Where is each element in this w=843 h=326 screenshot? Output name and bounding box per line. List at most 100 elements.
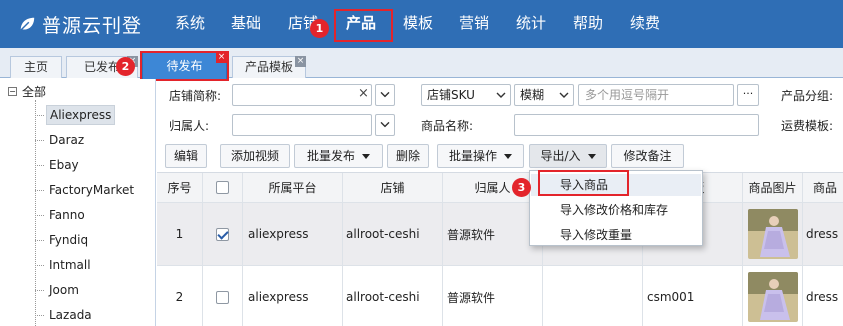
collapse-icon[interactable]: − xyxy=(8,86,17,96)
owner-input[interactable] xyxy=(232,114,372,136)
row-2-image[interactable] xyxy=(743,266,803,326)
tree-item-fanno[interactable]: Fanno xyxy=(35,204,88,226)
nav-basic[interactable]: 基础 xyxy=(231,12,261,33)
owner-dropdown[interactable] xyxy=(375,114,395,136)
shop-sku-select[interactable]: 店铺SKU xyxy=(421,84,511,106)
tab-product-template[interactable]: 产品模板 × xyxy=(232,56,306,78)
row-2-platform: aliexpress xyxy=(243,266,343,326)
tree-root-label: 全部 xyxy=(22,84,47,99)
tree-item-label: FactoryMarket xyxy=(49,183,135,197)
row-1-owner: 普源软件 xyxy=(443,203,543,266)
row-2-select[interactable] xyxy=(203,266,243,326)
caret-down-icon xyxy=(362,154,370,159)
match-mode-select[interactable]: 模糊 xyxy=(514,84,574,106)
product-grid: 序号 所属平台 店铺 归属人 模板 商品图片 商品 1 aliexpress a… xyxy=(157,172,843,326)
tree-item-daraz[interactable]: Daraz xyxy=(35,129,87,151)
product-name-input[interactable] xyxy=(514,114,759,136)
chevron-down-icon xyxy=(380,121,390,128)
shop-short-dropdown[interactable] xyxy=(375,84,395,106)
col-header-platform: 所属平台 xyxy=(243,173,343,203)
product-name-label: 商品名称: xyxy=(421,119,474,133)
step-badge-1: 1 xyxy=(310,19,329,38)
tree-item-label: Intmall xyxy=(49,258,91,272)
batch-publish-button[interactable]: 批量发布 xyxy=(294,144,383,168)
highlight-box-pending-tab xyxy=(140,51,229,81)
row-1-select[interactable] xyxy=(203,203,243,266)
product-thumbnail[interactable] xyxy=(747,272,798,322)
more-icon: ··· xyxy=(742,87,754,100)
close-icon[interactable]: × xyxy=(295,56,306,67)
import-export-button[interactable]: 导出/入 xyxy=(529,144,607,168)
add-video-button[interactable]: 添加视频 xyxy=(220,144,290,168)
row-2-owner: 普源软件 xyxy=(443,266,543,326)
nav-marketing[interactable]: 营销 xyxy=(459,12,489,33)
tree-item-intmall[interactable]: Intmall xyxy=(35,254,94,276)
tree-item-label: Fanno xyxy=(49,208,85,222)
shop-short-input[interactable] xyxy=(232,84,372,106)
tree-item-fyndiq[interactable]: Fyndiq xyxy=(35,229,91,251)
platform-tree: − 全部 Aliexpress Daraz Ebay FactoryMarket… xyxy=(0,79,156,326)
row-1-shop: allroot-ceshi xyxy=(343,203,443,266)
delete-button[interactable]: 删除 xyxy=(387,144,429,168)
tab-published-label: 已发布 xyxy=(83,60,120,74)
tree-item-label: Lazada xyxy=(49,308,92,322)
product-thumbnail[interactable] xyxy=(747,209,798,259)
row-2-template: csm001 xyxy=(643,266,743,326)
tree-item-lazada[interactable]: Lazada xyxy=(35,304,95,326)
tab-home[interactable]: 主页 xyxy=(10,56,62,78)
tree-item-label: Ebay xyxy=(49,158,79,172)
shipping-template-label: 运费模板: xyxy=(781,119,834,133)
tree-item-label: Joom xyxy=(49,283,79,297)
menu-item-import-weight[interactable]: 导入修改重量 xyxy=(531,224,701,246)
match-mode-value: 模糊 xyxy=(520,88,545,102)
nav-template[interactable]: 模板 xyxy=(403,12,433,33)
row-1-image[interactable] xyxy=(743,203,803,266)
tree-root[interactable]: − 全部 xyxy=(8,82,46,100)
tree-item-aliexpress[interactable]: Aliexpress xyxy=(35,104,116,126)
leaf-logo-icon xyxy=(20,17,35,31)
step-badge-2: 2 xyxy=(116,57,135,76)
shop-sku-select-value: 店铺SKU xyxy=(427,88,475,102)
caret-down-icon xyxy=(504,154,512,159)
row-2-title: dress xyxy=(803,266,843,326)
row-2-index: 2 xyxy=(157,266,203,326)
row-1-index: 1 xyxy=(157,203,203,266)
chevron-down-icon xyxy=(380,91,390,98)
row-1-platform: aliexpress xyxy=(243,203,343,266)
edit-button[interactable]: 编辑 xyxy=(165,144,207,168)
row-2-hidden xyxy=(543,266,643,326)
tree-item-ebay[interactable]: Ebay xyxy=(35,154,82,176)
tree-item-joom[interactable]: Joom xyxy=(35,279,82,301)
row-checkbox[interactable] xyxy=(216,227,229,241)
nav-stats[interactable]: 统计 xyxy=(516,12,546,33)
nav-system[interactable]: 系统 xyxy=(175,12,205,33)
menu-item-import-price-stock[interactable]: 导入修改价格和库存 xyxy=(531,199,701,221)
nav-help[interactable]: 帮助 xyxy=(573,12,603,33)
batch-ops-button[interactable]: 批量操作 xyxy=(437,144,524,168)
category-label: 产品分组: xyxy=(781,89,834,103)
search-form: 店铺简称: × 店铺SKU 模糊 多个用逗号隔开 ··· 产品分组: 归属人: … xyxy=(157,79,843,141)
step-badge-3: 3 xyxy=(512,178,531,197)
sku-input-placeholder: 多个用逗号隔开 xyxy=(585,88,670,102)
chevron-down-icon xyxy=(496,92,506,98)
row-checkbox[interactable] xyxy=(216,290,229,304)
more-options-button[interactable]: ··· xyxy=(737,84,759,106)
batch-publish-label: 批量发布 xyxy=(306,149,355,163)
shop-short-label: 店铺简称: xyxy=(169,89,222,103)
sku-input[interactable]: 多个用逗号隔开 xyxy=(578,84,734,106)
tree-item-label: Fyndiq xyxy=(49,233,89,247)
col-header-image: 商品图片 xyxy=(743,173,803,203)
nav-renew[interactable]: 续费 xyxy=(630,12,660,33)
col-header-index: 序号 xyxy=(157,173,203,203)
tree-item-label: Aliexpress xyxy=(46,105,116,125)
clear-icon[interactable]: × xyxy=(358,86,369,101)
row-2-shop: allroot-ceshi xyxy=(343,266,443,326)
col-header-shop: 店铺 xyxy=(343,173,443,203)
tree-item-factorymarket[interactable]: FactoryMarket xyxy=(35,179,137,201)
col-header-select[interactable] xyxy=(203,173,243,203)
edit-note-button[interactable]: 修改备注 xyxy=(611,144,684,168)
import-export-label: 导出/入 xyxy=(540,149,581,163)
action-toolbar: 编辑 添加视频 批量发布 删除 批量操作 导出/入 修改备注 xyxy=(157,142,843,170)
tree-item-label: Daraz xyxy=(49,133,85,147)
select-all-checkbox[interactable] xyxy=(216,181,229,194)
